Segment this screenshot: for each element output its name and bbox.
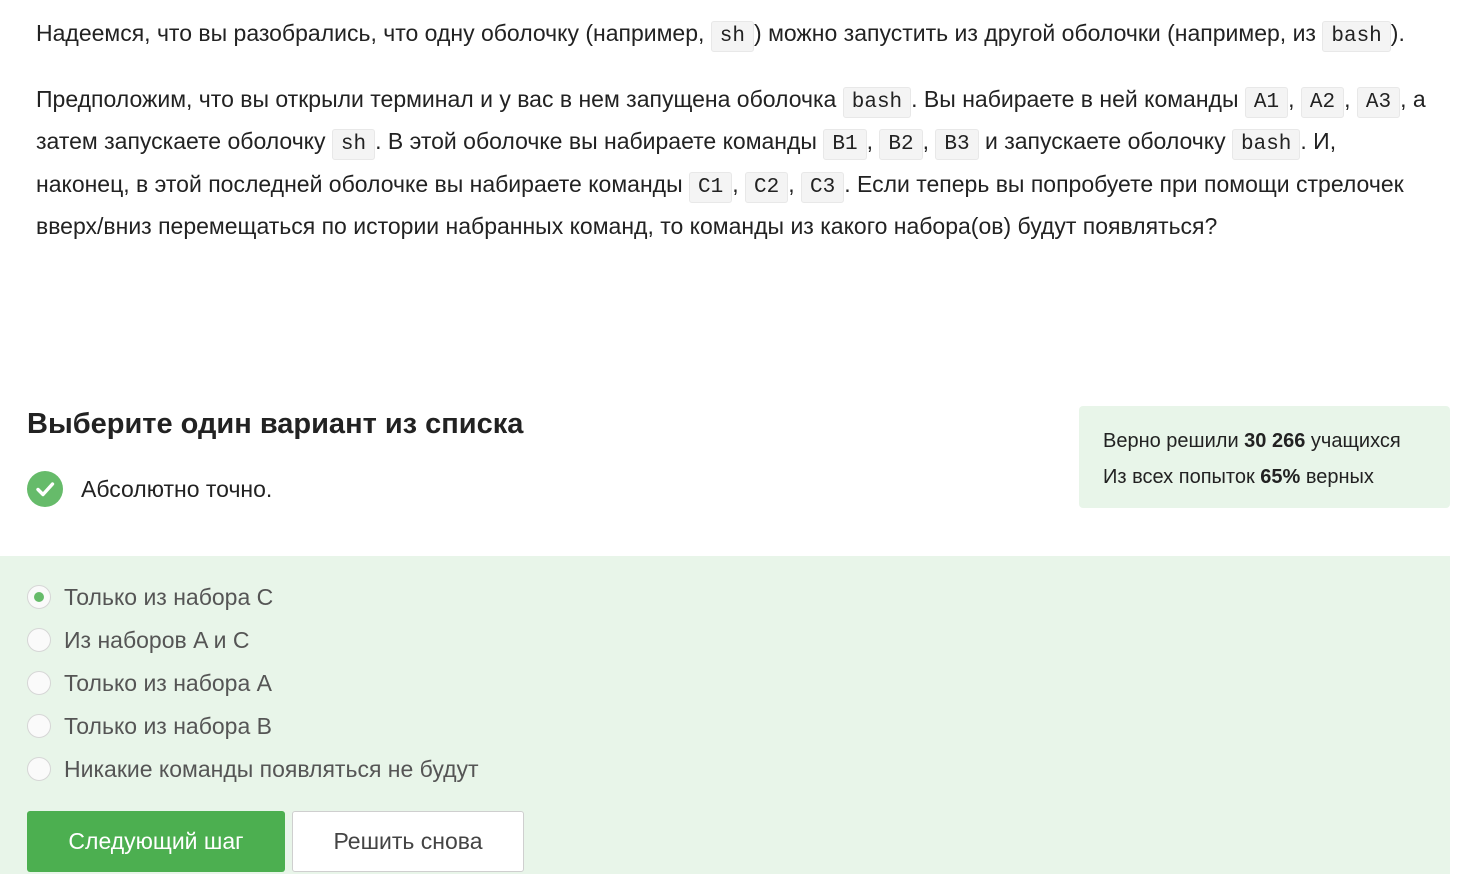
code-a2: A2 [1300,86,1345,118]
radio-icon[interactable] [27,628,51,652]
stats-solved: Верно решили 30 266 учащихся [1103,430,1401,452]
option-item[interactable]: Только из набора B [27,711,272,741]
code-b3: B3 [935,129,979,160]
result-text: Абсолютно точно. [81,475,273,502]
code-a1: A1 [1244,86,1289,118]
stats-box: Верно решили 30 266 учащихся Из всех поп… [1079,406,1450,508]
attempts-percent: 65% [1260,466,1301,488]
stats-attempts: Из всех попыток 65% верных [1103,466,1374,488]
next-step-button[interactable]: Следующий шаг [27,811,285,872]
code-bash: bash [1231,129,1301,160]
code-a3: A3 [1356,86,1401,118]
solved-count: 30 266 [1244,430,1306,452]
option-label: Никакие команды появляться не будут [64,755,479,782]
code-c2: C2 [744,171,789,203]
question-paragraph-2: Предположим, что вы открыли терминал и у… [36,85,1426,240]
option-item[interactable]: Никакие команды появляться не будут [27,754,479,784]
code-b2: B2 [879,129,923,160]
code-sh: sh [710,21,755,52]
code-sh: sh [331,129,376,160]
code-b1: B1 [823,129,867,160]
option-label: Только из набора C [64,583,274,610]
question-paragraph-1: Надеемся, что вы разобрались, что одну о… [36,14,1426,57]
option-label: Только из набора A [64,669,272,696]
retry-button[interactable]: Решить снова [292,811,524,872]
code-c1: C1 [688,171,733,203]
option-label: Только из набора B [64,712,272,739]
radio-icon[interactable] [27,757,51,781]
option-item[interactable]: Только из набора C [27,582,273,612]
result-feedback: Абсолютно точно. [27,470,272,508]
option-item[interactable]: Только из набора A [27,668,272,698]
radio-icon[interactable] [27,671,51,695]
code-bash: bash [842,86,912,118]
option-item[interactable]: Из наборов A и C [27,625,249,655]
radio-selected-icon[interactable] [27,585,51,609]
radio-icon[interactable] [27,714,51,738]
option-label: Из наборов A и C [64,626,250,653]
question-text: Надеемся, что вы разобрались, что одну о… [36,14,1426,246]
check-circle-icon [27,471,63,507]
code-c3: C3 [800,171,845,203]
step-page: Надеемся, что вы разобрались, что одну о… [0,0,1459,874]
code-bash: bash [1322,21,1391,52]
choice-heading: Выберите один вариант из списка [27,408,524,440]
